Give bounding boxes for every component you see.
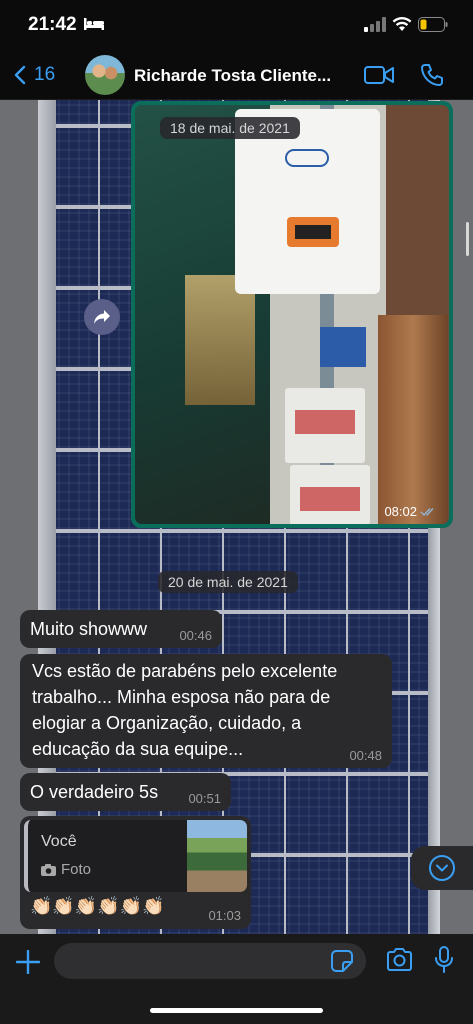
chevron-down-icon: [429, 855, 455, 881]
back-button[interactable]: 16: [14, 64, 55, 86]
unread-count: 16: [34, 64, 56, 85]
date-separator: 18 de mai. de 2021: [160, 117, 300, 139]
scrollbar[interactable]: [466, 222, 469, 256]
sticker-icon[interactable]: [331, 950, 353, 972]
status-bar: 21:42: [0, 0, 473, 52]
message-input[interactable]: [54, 943, 366, 979]
wifi-icon: [392, 16, 412, 31]
chevron-left-icon: [14, 65, 26, 85]
photo-time-text: 08:02: [384, 504, 417, 519]
input-bar: [0, 934, 473, 1024]
photo-message[interactable]: 08:02: [131, 101, 453, 528]
camera-small-icon: [41, 863, 56, 876]
chat-header: 16 Richarde Tosta Cliente...: [0, 52, 473, 100]
quoted-type: Foto: [41, 861, 91, 878]
message-text: 👏🏻👏🏻👏🏻👏🏻👏🏻👏🏻: [30, 896, 165, 916]
battery-icon: [418, 17, 448, 32]
message-text: Vcs estão de parabéns pelo excelente tra…: [32, 661, 338, 759]
plus-icon[interactable]: [16, 950, 40, 974]
double-check-icon: [420, 507, 434, 516]
chat-area[interactable]: 08:02 18 de mai. de 2021 20 de mai. de 2…: [0, 100, 473, 934]
message-time: 01:03: [208, 908, 241, 923]
bed-icon: [84, 18, 104, 30]
contact-name[interactable]: Richarde Tosta Cliente...: [134, 66, 349, 86]
home-indicator: [150, 1008, 323, 1013]
message-text: O verdadeiro 5s: [30, 782, 159, 802]
message-text: Muito showww: [30, 619, 148, 639]
scroll-to-bottom-button[interactable]: [411, 846, 473, 890]
microphone-icon[interactable]: [434, 946, 454, 974]
quoted-thumbnail: [187, 820, 247, 892]
date-separator: 20 de mai. de 2021: [158, 571, 298, 593]
forward-button[interactable]: [84, 299, 120, 335]
camera-icon[interactable]: [386, 948, 413, 971]
message-time: 00:46: [179, 628, 212, 643]
contact-avatar[interactable]: [85, 55, 125, 95]
quoted-type-label: Foto: [61, 861, 92, 878]
quoted-author: Você: [41, 833, 77, 850]
incoming-message[interactable]: Muito showww 00:46: [20, 610, 222, 648]
reply-message[interactable]: Você Foto 👏🏻👏🏻👏🏻👏🏻👏🏻👏🏻 01:03: [20, 816, 251, 929]
message-time: 00:51: [188, 791, 221, 806]
incoming-message[interactable]: O verdadeiro 5s 00:51: [20, 773, 231, 811]
video-call-icon[interactable]: [364, 65, 394, 85]
share-arrow-icon: [94, 310, 110, 324]
photo-timestamp: 08:02: [384, 504, 437, 519]
status-time: 21:42: [28, 14, 77, 35]
quoted-message[interactable]: Você Foto: [24, 820, 247, 892]
signal-icon: [364, 17, 386, 32]
incoming-message[interactable]: Vcs estão de parabéns pelo excelente tra…: [20, 654, 392, 768]
phone-call-icon[interactable]: [420, 63, 444, 87]
photo-image[interactable]: [135, 105, 449, 524]
message-time: 00:48: [349, 748, 382, 763]
